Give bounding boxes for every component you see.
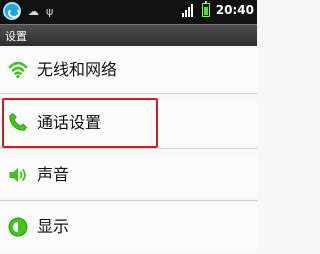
usb-icon: ψ xyxy=(46,4,54,18)
app-notification-icon xyxy=(3,2,21,20)
battery-icon xyxy=(201,1,210,17)
cloud-icon: ☁ xyxy=(28,4,39,18)
settings-item-display[interactable]: 显示 xyxy=(0,205,257,250)
divider xyxy=(0,148,257,149)
settings-item-wireless[interactable]: 无线和网络 xyxy=(0,48,257,93)
speaker-icon xyxy=(9,168,26,182)
status-bar-right: 20:40 xyxy=(181,1,254,17)
settings-screen: ☁ ψ 20:40 设置 无线和网络 通话设置 声音 显示 xyxy=(0,0,257,254)
clock-time: 20:40 xyxy=(215,3,254,17)
status-bar-left: ☁ ψ xyxy=(3,2,53,20)
settings-item-label: 显示 xyxy=(37,217,70,236)
signal-icon xyxy=(181,3,196,17)
status-bar: ☁ ψ 20:40 xyxy=(0,0,257,24)
display-icon xyxy=(8,217,28,237)
highlight-box xyxy=(2,98,158,148)
divider xyxy=(0,200,257,201)
settings-item-sound[interactable]: 声音 xyxy=(0,153,257,198)
page-title: 设置 xyxy=(5,30,27,43)
title-bar: 设置 xyxy=(0,24,257,46)
settings-item-label: 声音 xyxy=(37,165,70,184)
divider xyxy=(0,93,257,94)
settings-item-label: 无线和网络 xyxy=(37,60,118,79)
wifi-icon xyxy=(8,61,28,79)
